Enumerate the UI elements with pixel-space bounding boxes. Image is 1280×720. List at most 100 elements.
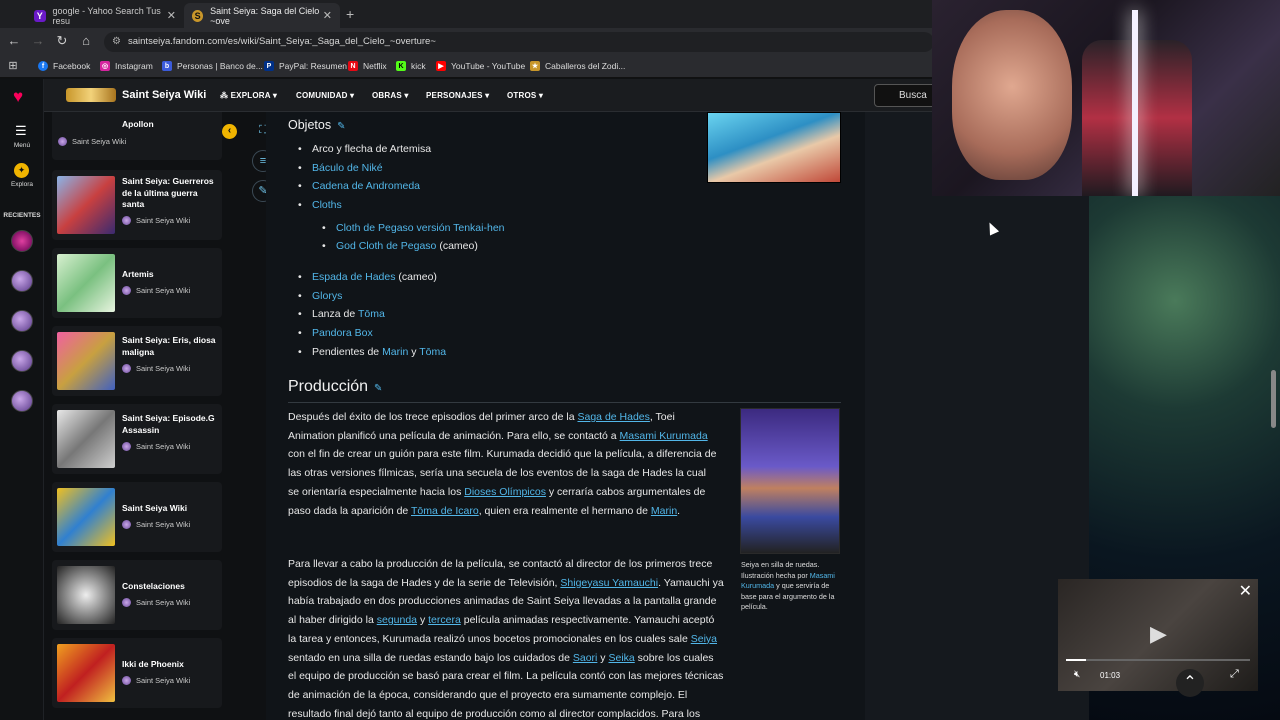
- tab-saint-seiya[interactable]: S Saint Seiya: Saga del Cielo ~ove ✕: [184, 3, 340, 28]
- para-link[interactable]: Dioses Olímpicos: [464, 486, 546, 498]
- para-link[interactable]: Saori: [573, 652, 598, 664]
- para-link[interactable]: Seika: [608, 652, 634, 664]
- nav-explora[interactable]: ⁂ EXPLORA ▾: [220, 91, 277, 100]
- nav-otros[interactable]: OTROS ▾: [507, 91, 543, 100]
- recent-wiki-avatar[interactable]: [11, 230, 33, 252]
- back-icon[interactable]: ←: [5, 33, 23, 48]
- collapse-panel-button[interactable]: ‹: [222, 124, 237, 139]
- image-caption: Seiya en silla de ruedas. Ilustración he…: [741, 560, 841, 613]
- chevron-down-icon: ▾: [482, 91, 490, 100]
- card-source: Saint Seiya Wiki: [122, 364, 190, 373]
- recent-card[interactable]: Saint Seiya: Guerreros de la última guer…: [52, 170, 222, 240]
- site-info-icon[interactable]: ⚙: [112, 36, 121, 47]
- close-icon[interactable]: ✕: [1239, 581, 1252, 601]
- apps-grid-icon[interactable]: ⊞: [4, 59, 22, 72]
- bookmark-paypal[interactable]: P PayPal: Resumen: [264, 61, 347, 71]
- recent-wiki-avatar[interactable]: [11, 310, 33, 332]
- item-link[interactable]: Espada de Hades: [312, 271, 395, 283]
- recent-wiki-avatar[interactable]: [11, 390, 33, 412]
- close-icon[interactable]: ✕: [167, 9, 176, 22]
- wiki-name[interactable]: Saint Seiya Wiki: [122, 89, 206, 101]
- explore-icon[interactable]: ✦: [14, 163, 29, 178]
- item-link[interactable]: Tōma: [419, 346, 446, 358]
- scroll-to-top-button[interactable]: ⌃: [1176, 669, 1204, 697]
- edit-section-icon[interactable]: ✎: [374, 383, 382, 394]
- item-link[interactable]: Cloth de Pegaso versión Tenkai-hen: [336, 222, 505, 234]
- forward-icon[interactable]: →: [29, 33, 47, 48]
- para-text: y: [597, 651, 609, 664]
- bookmark-label: kick: [411, 61, 426, 71]
- wiki-logo[interactable]: [66, 88, 116, 102]
- bookmark-caballeros[interactable]: ★ Caballeros del Zodi...: [530, 61, 625, 71]
- para-link[interactable]: Marin: [651, 505, 677, 517]
- para-text: .: [677, 504, 681, 517]
- card-title: Ikki de Phoenix: [122, 659, 184, 669]
- item-link[interactable]: Cloths: [312, 199, 342, 211]
- item-text: (cameo): [436, 240, 478, 252]
- card-source: Saint Seiya Wiki: [122, 286, 190, 295]
- wiki-avatar-icon: [58, 137, 67, 146]
- article-image[interactable]: [707, 112, 841, 183]
- para-text: Después del éxito de los trece episodios…: [288, 411, 578, 423]
- recent-wiki-avatar[interactable]: [11, 350, 33, 372]
- webcam-overlay: [932, 0, 1280, 196]
- nav-obras[interactable]: OBRAS ▾: [372, 91, 409, 100]
- para-link[interactable]: Saga de Hades: [578, 411, 650, 423]
- item-link[interactable]: Cadena de Andromeda: [312, 180, 420, 192]
- para-link[interactable]: Shigeyasu Yamauchi: [560, 577, 658, 589]
- item-link[interactable]: Tōma: [358, 308, 385, 320]
- home-icon[interactable]: ⌂: [77, 33, 95, 48]
- recent-card[interactable]: Constelaciones Saint Seiya Wiki: [52, 560, 222, 630]
- bookmark-instagram[interactable]: ◎ Instagram: [100, 61, 153, 71]
- recent-wiki-avatar[interactable]: [11, 270, 33, 292]
- recent-card[interactable]: Saint Seiya: Episode.G Assassin Saint Se…: [52, 404, 222, 474]
- nav-label: EXPLORA: [230, 91, 271, 100]
- bookmark-facebook[interactable]: f Facebook: [38, 61, 90, 71]
- reload-icon[interactable]: ↻: [53, 33, 71, 49]
- item-link[interactable]: Marin: [382, 346, 408, 358]
- card-title: Saint Seiya: Eris, diosa maligna: [122, 335, 216, 357]
- para-text: y: [417, 614, 429, 627]
- nav-personajes[interactable]: PERSONAJES ▾: [426, 91, 489, 100]
- bookmark-youtube[interactable]: ▶ YouTube - YouTube: [436, 61, 525, 71]
- card-title: Apollon: [122, 119, 154, 129]
- url-field[interactable]: ⚙ saintseiya.fandom.com/es/wiki/Saint_Se…: [104, 32, 934, 52]
- yahoo-icon: Y: [34, 9, 46, 22]
- recent-card[interactable]: Saint Seiya Wiki Saint Seiya Wiki: [52, 482, 222, 552]
- page-scrollbar[interactable]: [1271, 370, 1276, 428]
- para-link[interactable]: segunda: [377, 614, 417, 626]
- para-link[interactable]: Masami Kurumada: [620, 430, 708, 442]
- video-progress-track[interactable]: [1066, 659, 1250, 661]
- recent-card[interactable]: Ikki de Phoenix Saint Seiya Wiki: [52, 638, 222, 708]
- bookmark-personas[interactable]: b Personas | Banco de...: [162, 61, 263, 71]
- recent-card[interactable]: Apollon Saint Seiya Wiki: [52, 112, 222, 160]
- play-icon[interactable]: ▶: [1150, 621, 1167, 647]
- edit-section-icon[interactable]: ✎: [337, 121, 345, 132]
- bookmark-kick[interactable]: Kkick: [396, 61, 426, 71]
- folder-icon: ★: [530, 61, 540, 71]
- tab-yahoo-search[interactable]: Y google - Yahoo Search Tus resu ✕: [26, 3, 184, 28]
- card-thumb: [57, 254, 115, 312]
- right-rail: [865, 112, 1089, 720]
- close-icon[interactable]: ✕: [323, 9, 332, 22]
- nav-comunidad[interactable]: COMUNIDAD ▾: [296, 91, 354, 100]
- mini-video-player[interactable]: ✕ ▶ 🔇︎ 01:03 ⤢: [1058, 579, 1258, 691]
- new-tab-button[interactable]: +: [346, 6, 354, 22]
- wiki-avatar-icon: [122, 598, 131, 607]
- recent-card[interactable]: Artemis Saint Seiya Wiki: [52, 248, 222, 318]
- menu-icon[interactable]: ☰: [15, 123, 27, 139]
- para-link[interactable]: Tōma de Icaro: [411, 505, 479, 517]
- recent-card[interactable]: Saint Seiya: Eris, diosa maligna Saint S…: [52, 326, 222, 396]
- bookmark-netflix[interactable]: N Netflix: [348, 61, 387, 71]
- item-link[interactable]: Pandora Box: [312, 327, 373, 339]
- para-link[interactable]: Seiya: [691, 633, 717, 645]
- fandom-logo-icon[interactable]: ♥: [13, 87, 23, 107]
- mute-icon[interactable]: 🔇︎: [1074, 669, 1080, 680]
- heading-text: Producción: [288, 378, 369, 395]
- seiya-wheelchair-image[interactable]: [740, 408, 840, 554]
- item-link[interactable]: God Cloth de Pegaso: [336, 240, 436, 252]
- para-link[interactable]: tercera: [428, 614, 461, 626]
- fullscreen-icon[interactable]: ⤢: [1230, 668, 1239, 681]
- item-link[interactable]: Báculo de Niké: [312, 162, 383, 174]
- item-link[interactable]: Glorys: [312, 290, 342, 302]
